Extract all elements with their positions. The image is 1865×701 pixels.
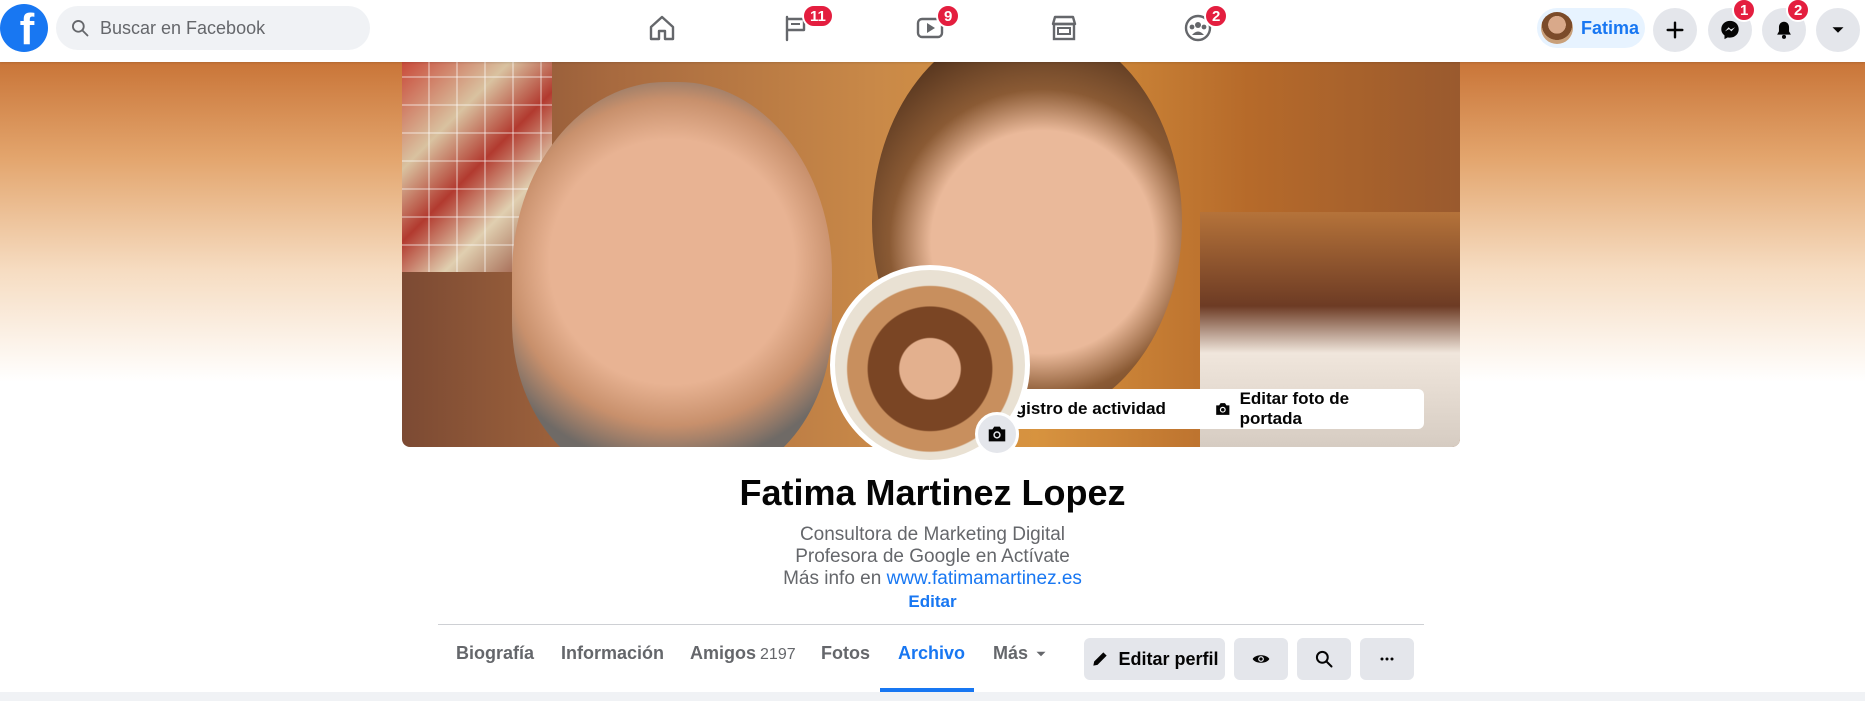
tab-fotos[interactable]: Fotos xyxy=(821,643,870,664)
nav-pages[interactable]: 11 xyxy=(774,4,834,48)
store-icon xyxy=(1051,15,1077,41)
tab-mas[interactable]: Más xyxy=(993,643,1050,664)
bio-line-3-prefix: Más info en xyxy=(783,568,887,589)
nav-watch[interactable]: 9 xyxy=(908,4,961,48)
home-icon xyxy=(649,15,675,41)
account-menu-button[interactable] xyxy=(1816,8,1860,52)
caret-down-icon xyxy=(1832,27,1844,33)
more-icon xyxy=(1380,657,1394,661)
tab-archivo[interactable]: Archivo xyxy=(898,643,965,664)
bell-icon xyxy=(1777,21,1791,39)
nav-groups[interactable]: 2 xyxy=(1176,4,1229,48)
groups-badge: 2 xyxy=(1204,4,1229,28)
plus-icon xyxy=(1666,21,1684,39)
messenger-icon xyxy=(1721,20,1739,40)
tab-amigos[interactable]: Amigos 2197 xyxy=(690,643,796,664)
profile-shortcut[interactable]: Fatima xyxy=(1537,8,1645,48)
camera-icon xyxy=(988,426,1006,442)
tab-informacion[interactable]: Información xyxy=(561,643,664,664)
more-options-button[interactable] xyxy=(1360,638,1414,680)
edit-cover-button[interactable]: Editar foto de portada xyxy=(1202,389,1424,429)
search-profile-button[interactable] xyxy=(1297,638,1351,680)
profile-name: Fatima Martinez Lopez xyxy=(739,472,1126,513)
notifications-badge: 2 xyxy=(1786,0,1811,22)
search-input[interactable]: Buscar en Facebook xyxy=(56,6,370,50)
messenger-button[interactable]: 1 xyxy=(1708,0,1757,52)
avatar xyxy=(1541,12,1573,44)
eye-icon xyxy=(1252,655,1270,663)
bio-line-3: Más info en www.fatimamartinez.es xyxy=(0,568,1865,590)
edit-profile-button[interactable]: Editar perfil xyxy=(1084,638,1225,680)
camera-icon xyxy=(1216,403,1230,415)
nav-marketplace[interactable] xyxy=(1042,8,1086,48)
caret-down-icon xyxy=(1036,651,1046,656)
search-icon xyxy=(1315,650,1333,668)
website-link[interactable]: www.fatimamartinez.es xyxy=(887,568,1082,589)
divider xyxy=(438,624,1424,625)
friends-count: 2197 xyxy=(760,646,796,663)
bio-line-1: Consultora de Marketing Digital xyxy=(799,524,1066,545)
nav-home[interactable] xyxy=(640,8,684,48)
notifications-button[interactable]: 2 xyxy=(1762,0,1811,52)
update-profile-picture-button[interactable] xyxy=(975,412,1019,456)
top-navigation-bar: f Buscar en Facebook 11 9 2 Fatima 1 2 xyxy=(0,0,1865,62)
edit-bio-link[interactable]: Editar xyxy=(0,592,1865,612)
pages-badge: 11 xyxy=(802,4,834,28)
content-area-top xyxy=(0,692,1865,701)
facebook-logo-icon[interactable]: f xyxy=(0,4,48,52)
edit-cover-label: Editar foto de portada xyxy=(1239,389,1350,428)
messenger-badge: 1 xyxy=(1732,0,1757,22)
view-as-button[interactable] xyxy=(1234,638,1288,680)
tab-biografia[interactable]: Biografía xyxy=(456,643,534,664)
watch-badge: 9 xyxy=(936,4,961,28)
bio-line-2: Profesora de Google en Actívate xyxy=(795,546,1070,567)
create-button[interactable] xyxy=(1653,8,1697,52)
edit-profile-label: Editar perfil xyxy=(1118,648,1219,669)
search-placeholder: Buscar en Facebook xyxy=(100,17,266,38)
search-icon xyxy=(72,20,89,37)
tab-amigos-label: Amigos xyxy=(690,643,757,663)
profile-shortcut-name: Fatima xyxy=(1581,17,1640,38)
cover-photo-person-left xyxy=(512,82,832,447)
tab-mas-label: Más xyxy=(993,643,1029,663)
pencil-icon xyxy=(1093,652,1108,666)
